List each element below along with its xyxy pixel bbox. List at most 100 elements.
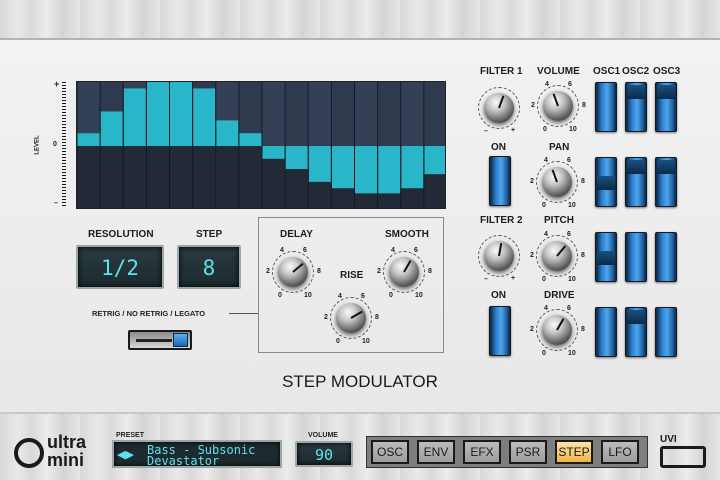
osc2-switch-3[interactable] [625,232,647,282]
step-lower-bg [215,146,239,208]
smooth-scale-4: 4 [391,247,395,254]
retrig-slider[interactable] [128,330,192,350]
rise-scale-4: 4 [338,293,342,300]
drive-knob[interactable] [542,315,572,345]
pitch-knob[interactable] [542,241,572,271]
uvi-mark-icon [660,446,706,468]
pan-label: PAN [549,142,570,153]
rise-scale-6: 6 [361,293,365,300]
step-bar[interactable] [424,146,446,175]
osc3-switch-3[interactable] [655,232,677,282]
resolution-display[interactable]: 1/2 [76,245,164,289]
step-bar[interactable] [100,111,123,146]
step-bar[interactable] [401,146,424,189]
osc3-switch-4[interactable] [655,307,677,357]
filter2-on-switch[interactable] [489,306,511,356]
tab-osc[interactable]: OSC [371,440,409,464]
step-bar[interactable] [146,82,169,146]
step-display[interactable]: 8 [177,245,241,289]
smooth-knob[interactable] [389,257,419,287]
step-bar[interactable] [331,146,354,189]
osc1-switch-1[interactable] [595,82,617,132]
delay-scale-2: 2 [266,268,270,275]
step-graph[interactable] [76,81,446,209]
delay-label: DELAY [280,229,313,240]
smooth-scale-0: 0 [389,292,393,299]
osc1-switch-3[interactable] [595,232,617,282]
filter1-label: FILTER 1 [480,66,523,77]
pitch-scale-6: 6 [567,231,571,238]
volume-scale-8: 8 [582,102,586,109]
knob-indicator [556,245,567,257]
osc1-switch-2[interactable] [595,157,617,207]
knob-indicator [551,169,558,183]
step-value: 8 [202,256,216,280]
level-minus: – [54,200,58,207]
resolution-label: RESOLUTION [88,229,154,240]
step-bar[interactable] [239,133,262,146]
filter1-knob[interactable] [484,93,514,123]
osc1-switch-4[interactable] [595,307,617,357]
tab-lfo[interactable]: LFO [601,440,639,464]
volume-knob[interactable] [543,91,573,121]
step-lower-bg [169,146,193,208]
tab-step[interactable]: STEP [555,440,593,464]
rise-knob[interactable] [336,303,366,333]
step-bar[interactable] [285,146,308,170]
retrig-slider-handle[interactable] [173,333,188,347]
pan-scale-4: 4 [544,157,548,164]
osc3-switch-1[interactable] [655,82,677,132]
knob-indicator [498,242,503,257]
step-bar[interactable] [308,146,331,182]
preset-label: PRESET [116,432,145,439]
filter2-knob[interactable] [484,241,514,271]
step-bar[interactable] [123,88,146,146]
pan-scale-0: 0 [542,202,546,209]
drive-label: DRIVE [544,290,575,301]
on1-label: ON [491,142,506,153]
osc2-switch-2[interactable] [625,157,647,207]
step-bar[interactable] [193,88,216,146]
step-bar[interactable] [77,133,100,146]
pan-knob[interactable] [542,167,572,197]
volume-scale-2: 2 [531,102,535,109]
pan-scale-6: 6 [567,157,571,164]
tab-psr[interactable]: PSR [509,440,547,464]
delay-knob[interactable] [278,257,308,287]
step-bar[interactable] [216,120,239,146]
smooth-scale-8: 8 [428,268,432,275]
osc2-switch-1[interactable] [625,82,647,132]
drive-scale-0: 0 [542,350,546,357]
rise-scale-10: 10 [362,338,370,345]
smooth-scale-10: 10 [415,292,423,299]
volume-scale-0: 0 [543,126,547,133]
volume-label: VOLUME [537,66,580,77]
rise-scale-8: 8 [375,314,379,321]
tab-env[interactable]: ENV [417,440,455,464]
osc2-label: OSC2 [622,66,650,77]
volume-display[interactable]: 90 [295,441,353,467]
smooth-scale-6: 6 [414,247,418,254]
knob-indicator [556,318,565,331]
step-bar[interactable] [378,146,401,194]
filter1-on-switch[interactable] [489,156,511,206]
volume-scale-10: 10 [569,126,577,133]
osc2-switch-4[interactable] [625,307,647,357]
step-bar[interactable] [262,146,285,159]
step-bar[interactable] [355,146,378,194]
pitch-scale-4: 4 [544,231,548,238]
logo-circle-icon [14,438,44,468]
tab-efx[interactable]: EFX [463,440,501,464]
smooth-scale-2: 2 [377,268,381,275]
step-bar[interactable] [170,82,193,146]
pan-scale-8: 8 [581,178,585,185]
page-title: STEP MODULATOR [282,372,438,391]
level-axis-label: LEVEL [34,135,41,155]
preset-nav-icon[interactable]: ◀▶ [117,448,134,461]
step-lower-bg [238,146,262,208]
osc3-switch-2[interactable] [655,157,677,207]
volume-footer-label: VOLUME [308,432,338,439]
step-lower-bg [77,146,101,208]
preset-display[interactable]: ◀▶ Bass - Subsonic Devastator [112,440,282,468]
pitch-scale-2: 2 [530,252,534,259]
